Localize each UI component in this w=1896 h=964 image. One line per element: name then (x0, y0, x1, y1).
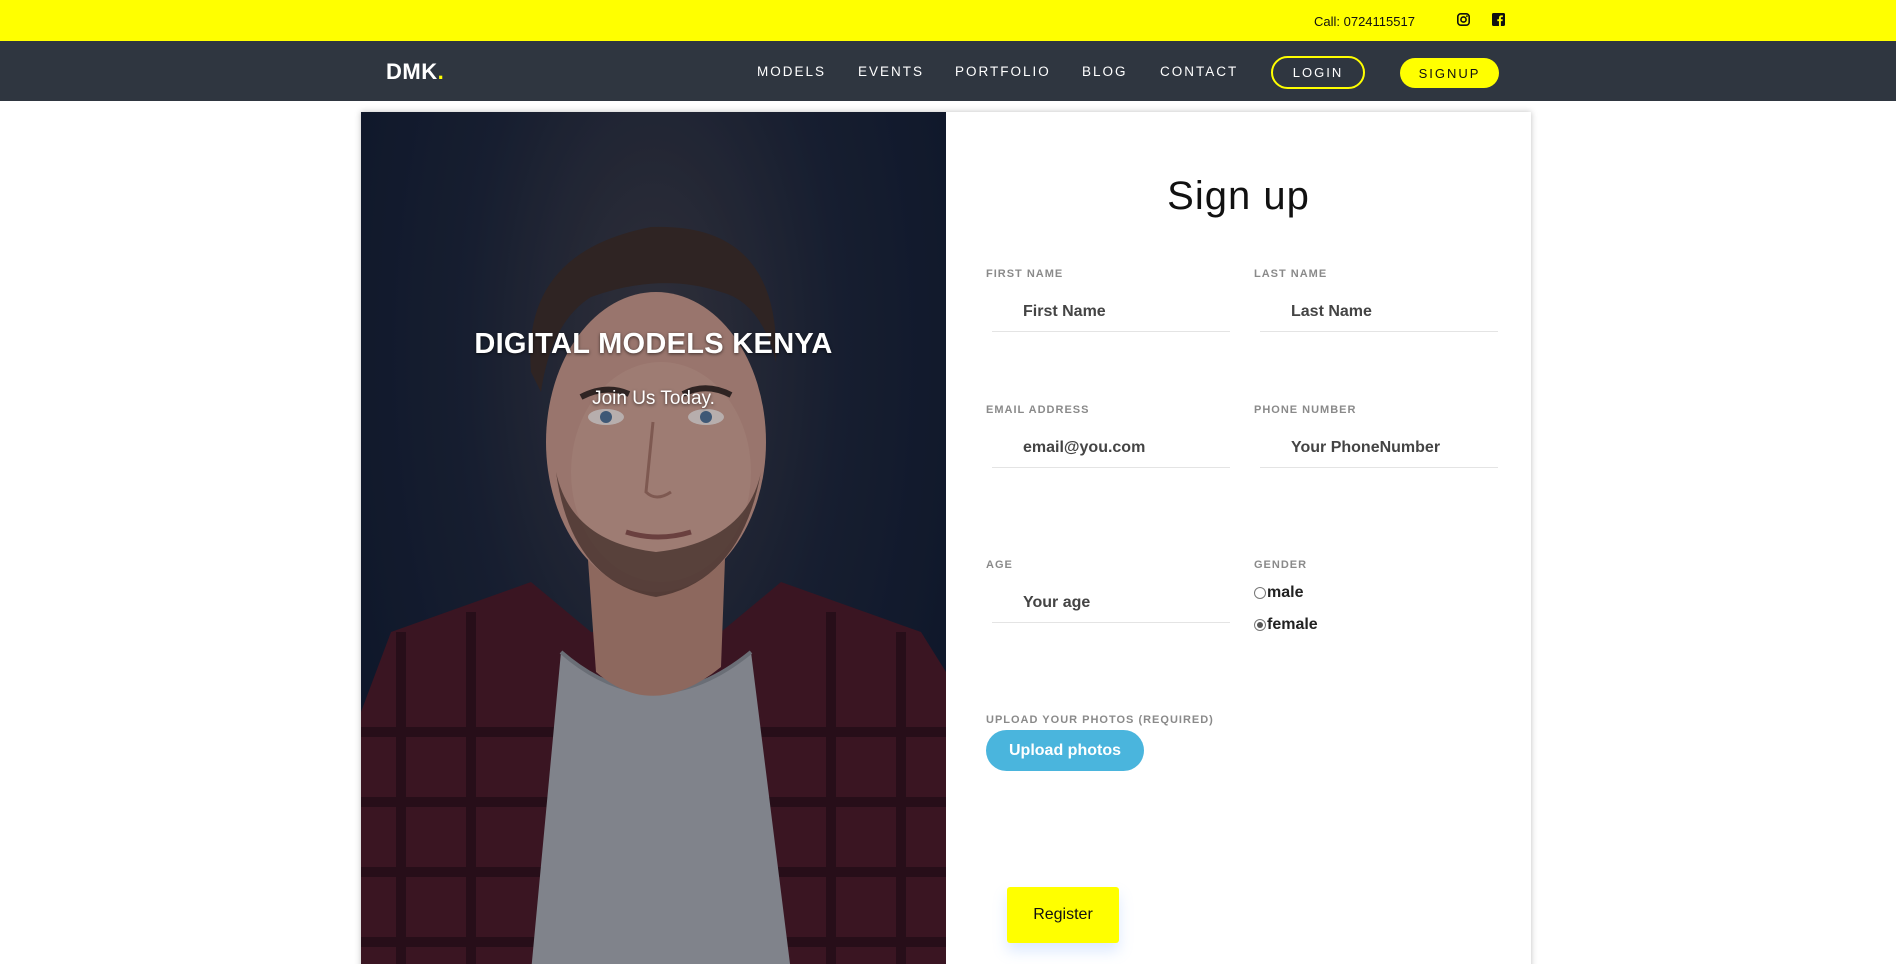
email-input[interactable] (992, 428, 1230, 468)
nav-link-models[interactable]: MODELS (757, 64, 826, 79)
nav-link-events[interactable]: EVENTS (858, 64, 924, 79)
hero-overlay (361, 112, 946, 964)
logo-dot: . (437, 59, 445, 84)
main-navbar: DMK. MODELS EVENTS PORTFOLIO BLOG CONTAC… (0, 41, 1896, 101)
first-name-label: FIRST NAME (986, 268, 1064, 280)
login-button[interactable]: LOGIN (1271, 56, 1365, 89)
logo-text: DMK (386, 59, 438, 84)
upload-label: UPLOAD YOUR PHOTOS (REQUIRED) (986, 714, 1214, 726)
instagram-icon[interactable] (1456, 12, 1471, 27)
top-info-bar: Call: 0724115517 (0, 0, 1896, 41)
hero-subtitle: Join Us Today. (592, 388, 715, 409)
radio-female[interactable] (1254, 619, 1266, 631)
gender-option-male[interactable]: male (1254, 584, 1303, 602)
phone-input[interactable] (1260, 428, 1498, 468)
radio-male[interactable] (1254, 587, 1266, 599)
facebook-icon[interactable] (1491, 12, 1506, 27)
gender-label: GENDER (1254, 559, 1308, 571)
age-label: AGE (986, 559, 1013, 571)
signup-card: DIGITAL MODELS KENYA Join Us Today. Sign… (361, 112, 1531, 964)
nav-link-blog[interactable]: BLOG (1082, 64, 1128, 79)
hero-panel: DIGITAL MODELS KENYA Join Us Today. (361, 112, 946, 964)
call-number: Call: 0724115517 (1314, 14, 1415, 29)
gender-option-female[interactable]: female (1254, 616, 1318, 634)
age-input[interactable] (992, 583, 1230, 623)
last-name-label: LAST NAME (1254, 268, 1328, 280)
nav-link-portfolio[interactable]: PORTFOLIO (955, 64, 1051, 79)
register-button[interactable]: Register (1007, 887, 1119, 943)
site-logo[interactable]: DMK. (386, 59, 444, 85)
phone-label: PHONE NUMBER (1254, 404, 1357, 416)
gender-female-label: female (1267, 616, 1318, 633)
nav-link-contact[interactable]: CONTACT (1160, 64, 1238, 79)
hero-title: DIGITAL MODELS KENYA (474, 328, 833, 360)
email-label: EMAIL ADDRESS (986, 404, 1090, 416)
gender-male-label: male (1267, 584, 1304, 601)
upload-photos-button[interactable]: Upload photos (986, 730, 1144, 771)
first-name-input[interactable] (992, 292, 1230, 332)
form-title: Sign up (1167, 174, 1310, 218)
signup-form: Sign up FIRST NAME LAST NAME EMAIL ADDRE… (946, 112, 1531, 964)
radio-selected-dot (1257, 622, 1263, 628)
signup-button[interactable]: SIGNUP (1400, 58, 1499, 88)
last-name-input[interactable] (1260, 292, 1498, 332)
